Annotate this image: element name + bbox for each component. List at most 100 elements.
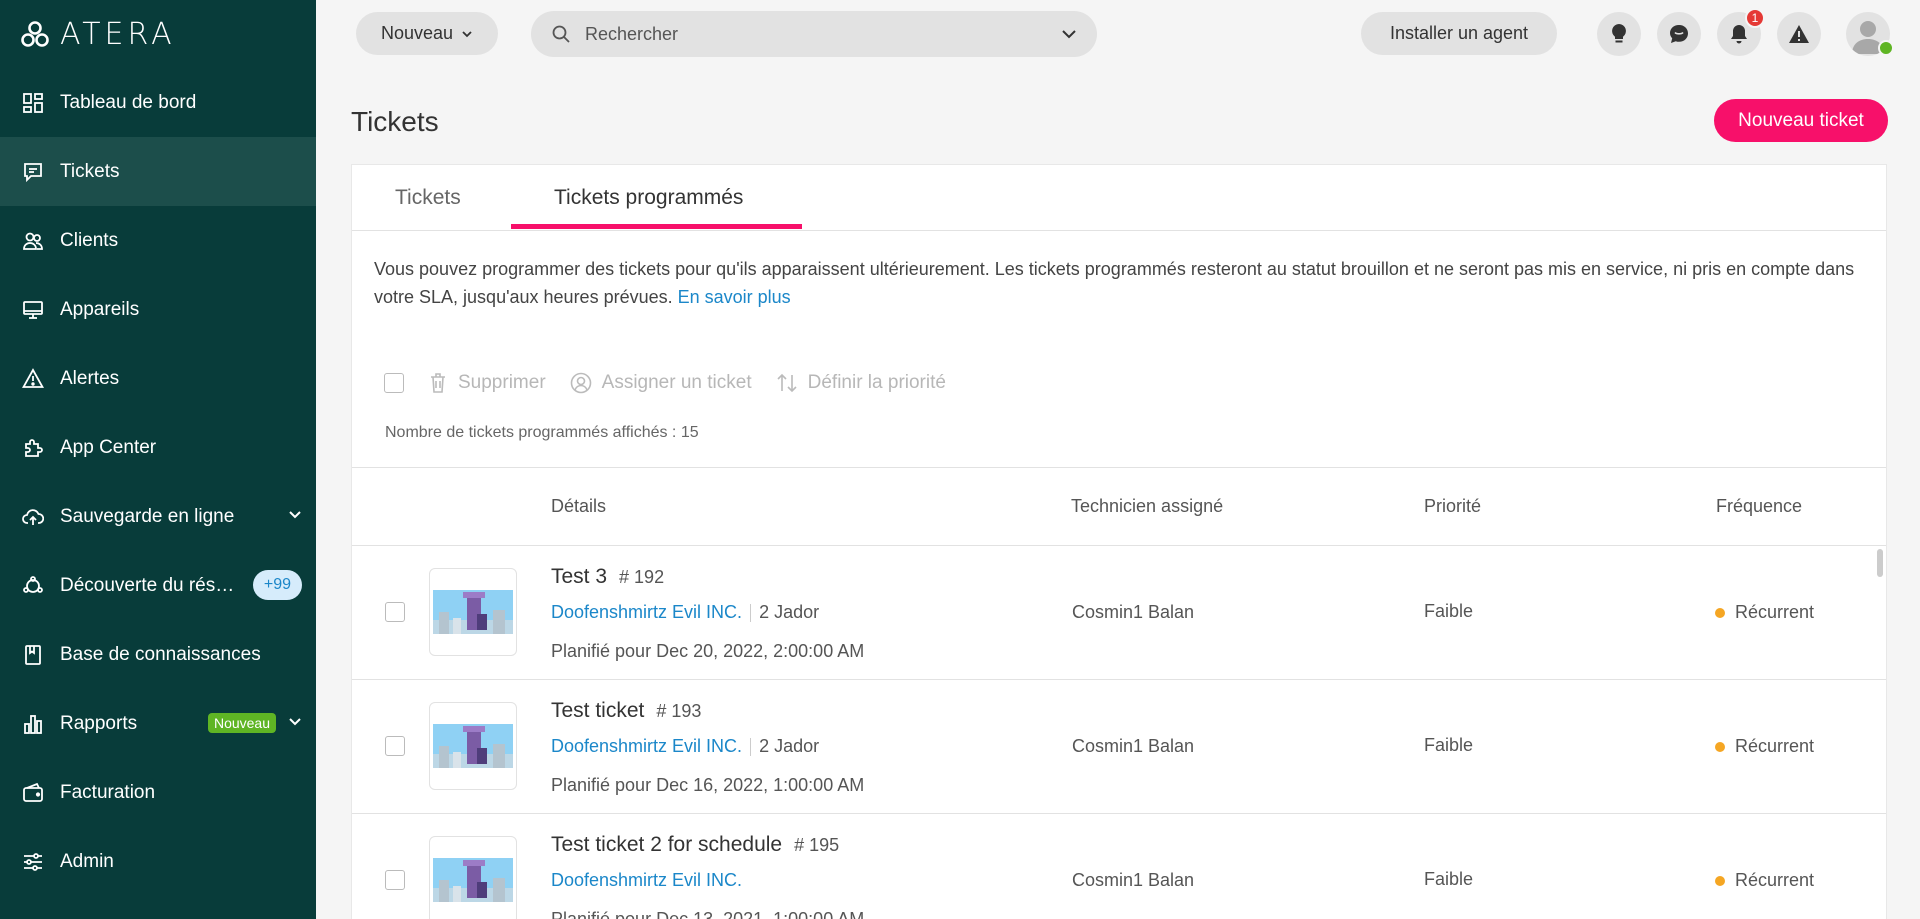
- table-row[interactable]: Test ticket # 193 Doofenshmirtz Evil INC.…: [352, 680, 1886, 814]
- priority-value: Faible: [1424, 735, 1474, 755]
- client-link[interactable]: Doofenshmirtz Evil INC.: [551, 870, 742, 891]
- sidebar-item-knowledge-base[interactable]: Base de connaissances: [0, 620, 316, 689]
- assigned-technician: Cosmin1 Balan: [1072, 870, 1195, 890]
- sidebar-item-label: Tableau de bord: [60, 91, 197, 113]
- divider: [750, 737, 752, 756]
- sidebar: ATERA Tableau de bord Tickets Clients Ap…: [0, 0, 316, 919]
- book-icon: [20, 642, 46, 668]
- frequency-value: Récurrent: [1715, 736, 1814, 757]
- sidebar-item-dashboard[interactable]: Tableau de bord: [0, 68, 316, 137]
- new-dropdown-button[interactable]: Nouveau: [356, 12, 498, 55]
- chevron-down-icon[interactable]: [288, 508, 302, 527]
- sliders-icon: [20, 849, 46, 875]
- tab-tickets[interactable]: Tickets: [395, 165, 461, 231]
- tips-button[interactable]: [1597, 12, 1641, 56]
- ticket-title[interactable]: Test ticket # 193: [551, 699, 701, 723]
- dashboard-icon: [20, 90, 46, 116]
- install-agent-button[interactable]: Installer un agent: [1361, 12, 1557, 55]
- ticket-icon: [20, 159, 46, 185]
- learn-more-link[interactable]: En savoir plus: [678, 287, 791, 307]
- search-bar[interactable]: [531, 11, 1097, 57]
- site-name: 2 Jador: [759, 736, 820, 756]
- frequency-text: Récurrent: [1735, 870, 1815, 890]
- sidebar-item-alerts[interactable]: Alertes: [0, 344, 316, 413]
- delete-action[interactable]: Supprimer: [428, 372, 546, 394]
- scheduled-date: Planifié pour Dec 13, 2021, 1:00:00 AM: [551, 909, 865, 919]
- atera-logo[interactable]: ATERA: [20, 17, 176, 52]
- trash-icon: [431, 373, 445, 393]
- bell-icon: [1731, 25, 1747, 44]
- sidebar-item-clients[interactable]: Clients: [0, 206, 316, 275]
- search-icon: [552, 25, 570, 43]
- new-ticket-button[interactable]: Nouveau ticket: [1714, 99, 1888, 142]
- priority-value: Faible: [1424, 869, 1474, 889]
- tickets-card: Tickets Tickets programmés Vous pouvez p…: [351, 164, 1887, 919]
- assign-ticket-action[interactable]: Assigner un ticket: [570, 372, 752, 394]
- priority-value: Faible: [1424, 601, 1474, 621]
- sidebar-item-label: Découverte du rés…: [60, 574, 235, 596]
- assigned-technician: Cosmin1 Balan: [1072, 602, 1195, 622]
- ticket-title[interactable]: Test ticket 2 for schedule # 195: [551, 833, 839, 857]
- sidebar-item-reports[interactable]: Rapports Nouveau: [0, 689, 316, 758]
- ticket-title[interactable]: Test 3 # 192: [551, 565, 664, 589]
- chevron-down-icon: [462, 30, 472, 37]
- users-icon: [20, 228, 46, 254]
- sidebar-item-app-center[interactable]: App Center: [0, 413, 316, 482]
- sidebar-item-admin[interactable]: Admin: [0, 827, 316, 896]
- frequency-status-dot: [1715, 875, 1725, 886]
- sidebar-item-billing[interactable]: Facturation: [0, 758, 316, 827]
- count-badge: +99: [252, 570, 302, 600]
- row-checkbox[interactable]: [385, 602, 405, 622]
- notifications-button[interactable]: 1: [1717, 8, 1765, 56]
- search-input[interactable]: [585, 23, 1047, 45]
- active-tab-indicator: [511, 224, 802, 229]
- client-link[interactable]: Doofenshmirtz Evil INC.: [551, 602, 742, 623]
- sidebar-item-label: Base de connaissances: [60, 643, 261, 665]
- warning-icon: [1789, 25, 1809, 43]
- tab-scheduled-tickets[interactable]: Tickets programmés: [554, 165, 743, 231]
- sidebar-item-tickets[interactable]: Tickets: [0, 137, 316, 206]
- assigned-technician: Cosmin1 Balan: [1072, 736, 1195, 756]
- column-header-priority[interactable]: Priorité: [1424, 496, 1481, 517]
- sidebar-item-network-discovery[interactable]: Découverte du rés… +99: [0, 551, 316, 620]
- ticket-number: # 193: [656, 701, 702, 721]
- atera-logo-icon: [21, 21, 49, 47]
- select-all-checkbox[interactable]: [384, 373, 404, 393]
- system-alerts-button[interactable]: [1777, 12, 1821, 56]
- client-logo: [429, 702, 517, 790]
- row-checkbox[interactable]: [385, 870, 405, 890]
- ticket-title-text: Test ticket: [551, 699, 645, 722]
- ticket-number: # 192: [619, 567, 665, 587]
- info-description: Vous pouvez programmer des tickets pour …: [374, 259, 1855, 307]
- chevron-down-icon[interactable]: [1061, 26, 1077, 42]
- chevron-down-icon[interactable]: [288, 715, 302, 734]
- bulk-actions-toolbar: Supprimer Assigner un ticket Définir la …: [384, 367, 946, 399]
- ticket-title-text: Test 3: [551, 565, 608, 588]
- chat-icon: [1670, 25, 1688, 43]
- table-row[interactable]: Test 3 # 192 Doofenshmirtz Evil INC. 2 Ja…: [352, 546, 1886, 680]
- city-illustration-icon: [433, 724, 513, 768]
- alert-icon: [20, 366, 46, 392]
- sidebar-item-label: Admin: [60, 850, 114, 872]
- sidebar-item-online-backup[interactable]: Sauvegarde en ligne: [0, 482, 316, 551]
- set-priority-action[interactable]: Définir la priorité: [776, 372, 946, 394]
- priority-label: Définir la priorité: [807, 372, 946, 393]
- column-header-frequency[interactable]: Fréquence: [1716, 496, 1802, 517]
- chat-button[interactable]: [1657, 12, 1701, 56]
- table-row[interactable]: Test ticket 2 for schedule # 195 Doofensh…: [352, 814, 1886, 919]
- row-checkbox[interactable]: [385, 736, 405, 756]
- client-logo: [429, 836, 517, 919]
- table-header: Détails Technicien assigné Priorité Fréq…: [352, 467, 1886, 546]
- sidebar-item-label: Appareils: [60, 298, 140, 320]
- column-header-details[interactable]: Détails: [551, 496, 606, 517]
- assign-label: Assigner un ticket: [601, 372, 752, 393]
- frequency-status-dot: [1715, 607, 1725, 618]
- info-text: Vous pouvez programmer des tickets pour …: [374, 255, 1874, 311]
- client-link[interactable]: Doofenshmirtz Evil INC.: [551, 736, 742, 757]
- sidebar-item-label: Rapports: [60, 712, 138, 734]
- sort-arrows-icon: [777, 373, 797, 393]
- sidebar-item-devices[interactable]: Appareils: [0, 275, 316, 344]
- column-header-technician[interactable]: Technicien assigné: [1071, 496, 1223, 517]
- cloud-upload-icon: [20, 504, 46, 530]
- user-circle-icon: [570, 372, 591, 394]
